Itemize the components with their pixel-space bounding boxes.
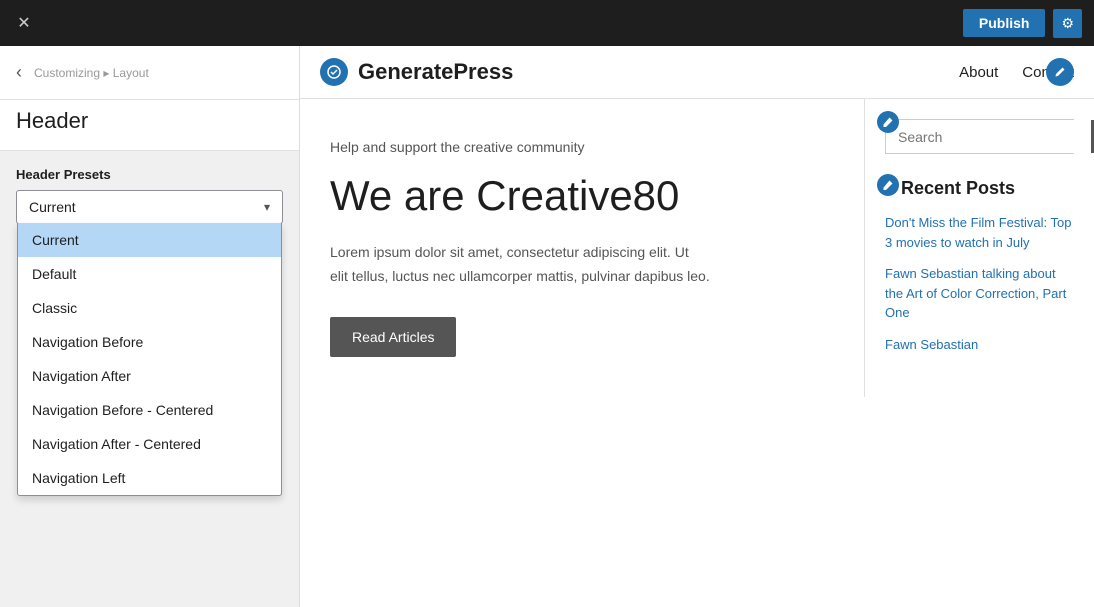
preview-body: Help and support the creative community … <box>300 99 1094 397</box>
header-presets-label: Header Presets <box>16 167 283 182</box>
main-layout: ‹ Customizing ▸ Layout Header Header Pre… <box>0 46 1094 607</box>
recent-post-2[interactable]: Fawn Sebastian talking about the Art of … <box>885 264 1074 323</box>
hero-subtitle: Help and support the creative community <box>330 139 834 155</box>
dropdown-item-nav-left[interactable]: Navigation Left <box>18 461 281 495</box>
gear-button[interactable]: ⚙ <box>1053 9 1082 38</box>
logo-icon <box>320 58 348 86</box>
search-box <box>885 119 1074 154</box>
toolbar: ✕ Publish ⚙ <box>0 0 1094 46</box>
preview-main: Help and support the creative community … <box>300 99 864 397</box>
chevron-down-icon: ▾ <box>252 192 282 222</box>
sidebar-content: Header Presets Current ▾ Current Default… <box>0 151 299 240</box>
recent-posts-title: Recent Posts <box>885 178 1074 199</box>
site-logo-area: GeneratePress <box>320 58 513 86</box>
close-button[interactable]: ✕ <box>12 11 36 35</box>
read-articles-button[interactable]: Read Articles <box>330 317 456 357</box>
select-display[interactable]: Current <box>17 191 252 223</box>
recent-post-1[interactable]: Don't Miss the Film Festival: Top 3 movi… <box>885 213 1074 252</box>
preview-sidebar: Recent Posts Don't Miss the Film Festiva… <box>864 99 1094 397</box>
dropdown-menu: Current Default Classic Navigation Befor… <box>17 223 282 496</box>
header-edit-icon[interactable] <box>1046 58 1074 86</box>
dropdown-item-nav-after[interactable]: Navigation After <box>18 359 281 393</box>
nav-link-about[interactable]: About <box>959 64 998 81</box>
dropdown-item-nav-before-centered[interactable]: Navigation Before - Centered <box>18 393 281 427</box>
dropdown-item-nav-before[interactable]: Navigation Before <box>18 325 281 359</box>
search-edit-icon[interactable] <box>877 111 899 133</box>
sidebar: ‹ Customizing ▸ Layout Header Header Pre… <box>0 46 300 607</box>
hero-text: Lorem ipsum dolor sit amet, consectetur … <box>330 241 710 289</box>
publish-button[interactable]: Publish <box>963 9 1046 37</box>
dropdown-item-nav-after-centered[interactable]: Navigation After - Centered <box>18 427 281 461</box>
recent-post-3[interactable]: Fawn Sebastian <box>885 335 1074 355</box>
dropdown-item-current[interactable]: Current <box>18 223 281 257</box>
site-name: GeneratePress <box>358 59 513 85</box>
dropdown-item-default[interactable]: Default <box>18 257 281 291</box>
hero-title: We are Creative80 <box>330 171 834 221</box>
breadcrumb: Customizing ▸ Layout <box>34 66 149 80</box>
preview: GeneratePress About Contact Help and sup… <box>300 46 1094 607</box>
back-button[interactable]: ‹ <box>12 58 26 87</box>
search-widget <box>885 119 1074 154</box>
search-input[interactable] <box>886 120 1091 153</box>
sidebar-nav: ‹ Customizing ▸ Layout <box>0 46 299 100</box>
preview-header: GeneratePress About Contact <box>300 46 1094 99</box>
section-title: Header <box>0 100 299 151</box>
recent-posts-widget: Recent Posts Don't Miss the Film Festiva… <box>885 178 1074 354</box>
preset-select[interactable]: Current ▾ Current Default Classic Naviga… <box>16 190 283 224</box>
dropdown-item-classic[interactable]: Classic <box>18 291 281 325</box>
widget-edit-icon[interactable] <box>877 174 899 196</box>
